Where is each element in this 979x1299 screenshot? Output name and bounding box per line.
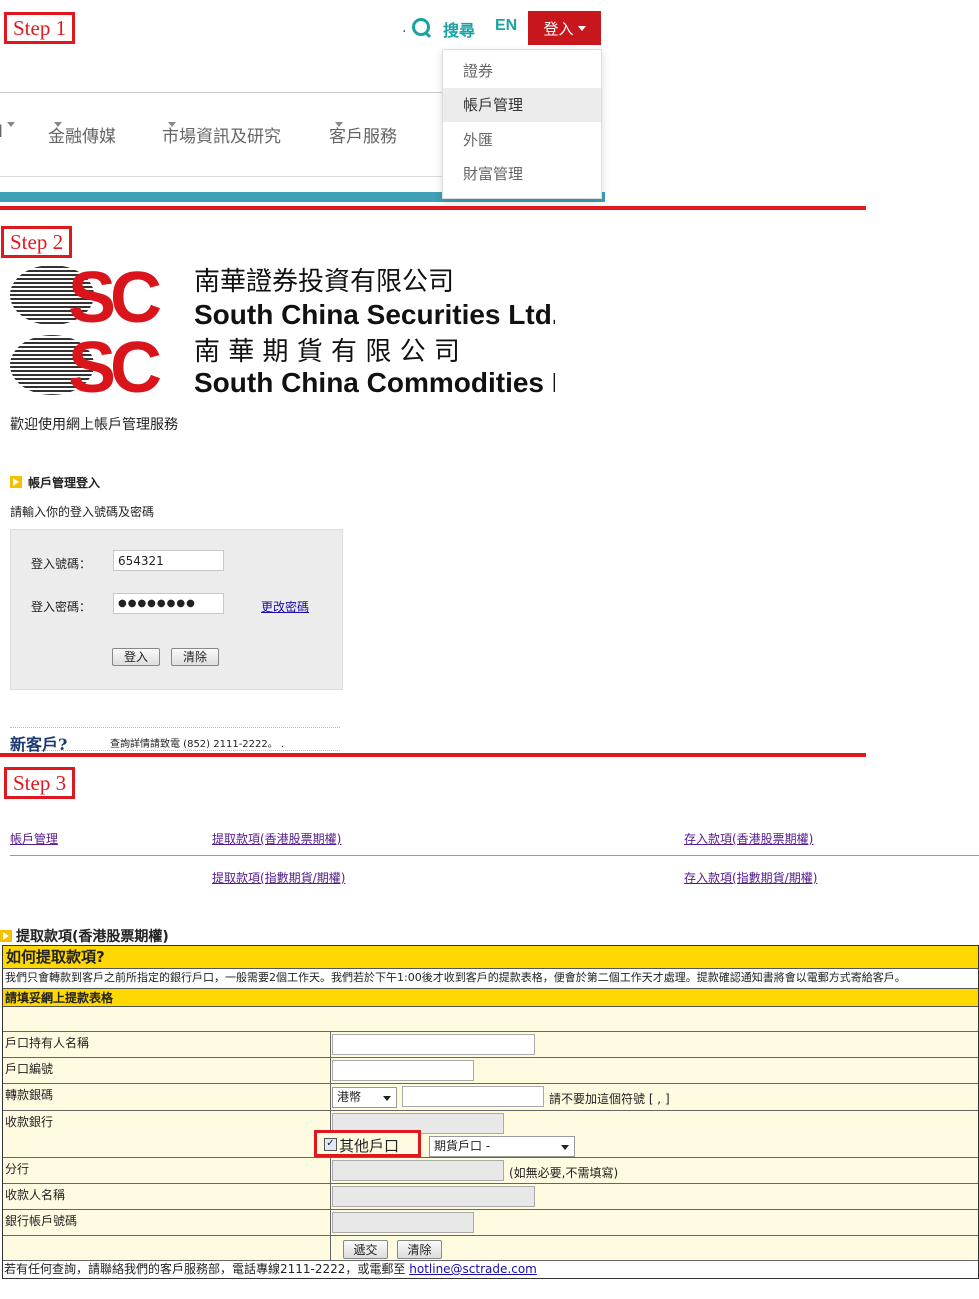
login-id-input[interactable]: 654321 bbox=[113, 550, 224, 571]
step-divider bbox=[0, 753, 866, 757]
new-client-title: 新客戶? bbox=[10, 735, 68, 754]
holder-label: 戶口持有人名稱 bbox=[3, 1032, 331, 1057]
caret-down-icon bbox=[7, 122, 16, 127]
amount-input[interactable] bbox=[402, 1086, 544, 1107]
nav-item-label: 市場資訊及研究 bbox=[162, 127, 281, 147]
header-dot: . bbox=[402, 20, 407, 36]
form-row-account: 戶口編號 bbox=[3, 1057, 978, 1083]
site-header: . 搜尋 EN 登入 I 金融傳媒 市場資訊及研究 客戶服務 證券 帳戶管理 外… bbox=[0, 0, 605, 205]
form-row-bank: 收款銀行 期貨戶口 - bbox=[3, 1110, 978, 1157]
arrow-right-icon bbox=[10, 476, 22, 488]
step-3-label: Step 3 bbox=[4, 767, 76, 799]
form-row-amount: 轉款銀碼 港幣 請不要加這個符號 [ , ] bbox=[3, 1083, 978, 1110]
menu-item-account-management[interactable]: 帳戶管理 bbox=[443, 88, 601, 122]
withdraw-form: 如何提取款項? 我們只會轉款到客戶之前所指定的銀行戶口，一般需要2個工作天。我們… bbox=[2, 945, 979, 1279]
step-2-label: Step 2 bbox=[1, 226, 73, 258]
how-to-withdraw-heading: 如何提取款項? bbox=[3, 946, 978, 969]
online-form-subtitle: 請填妥網上提款表格 bbox=[3, 988, 978, 1007]
logo-line-2: South China Securities Ltd. bbox=[194, 299, 555, 330]
withdraw-index-futures-link[interactable]: 提取款項(指數期貨/期權) bbox=[212, 869, 345, 886]
payee-name-input[interactable] bbox=[332, 1186, 535, 1207]
caret-down-icon bbox=[168, 122, 176, 127]
login-id-label: 登入號碼： bbox=[31, 557, 92, 571]
withdraw-hk-options-link[interactable]: 提取款項(香港股票期權) bbox=[212, 830, 341, 847]
login-button-label: 登入 bbox=[543, 19, 574, 38]
caret-down-icon bbox=[577, 25, 586, 31]
account-management-link[interactable]: 帳戶管理 bbox=[10, 830, 58, 847]
login-clear-button[interactable]: 清除 bbox=[171, 648, 219, 666]
caret-down-icon bbox=[54, 122, 62, 127]
withdraw-form-title-label: 提取款項(香港股票期權) bbox=[16, 929, 169, 945]
login-password-input[interactable]: ●●●●●●●● bbox=[113, 593, 224, 614]
account-number-input[interactable] bbox=[332, 1060, 474, 1081]
change-password-link[interactable]: 更改密碼 bbox=[261, 598, 309, 615]
arrow-right-icon bbox=[0, 930, 12, 942]
account-type-select[interactable]: 期貨戶口 - bbox=[429, 1136, 575, 1157]
logo-line-3: 南 華 期 貨 有 限 公 司 bbox=[194, 337, 460, 367]
buttons-cell bbox=[3, 1236, 331, 1261]
withdraw-description: 我們只會轉款到客戶之前所指定的銀行戶口，一般需要2個工作天。我們若於下午1:00… bbox=[3, 969, 978, 987]
new-client-banner: 新客戶? 查詢詳情請致電 (852) 2111-2222。 . bbox=[10, 727, 340, 754]
other-account-checkbox[interactable]: ✓ bbox=[324, 1138, 337, 1151]
search-icon[interactable] bbox=[412, 18, 430, 36]
bank-account-input[interactable] bbox=[332, 1212, 474, 1233]
login-dropdown-menu: 證券 帳戶管理 外匯 財富管理 bbox=[442, 49, 602, 199]
bank-account-label: 銀行帳戶號碼 bbox=[3, 1210, 331, 1235]
submit-button[interactable]: 遞交 bbox=[343, 1240, 388, 1259]
bank-label: 收款銀行 bbox=[3, 1111, 331, 1157]
login-form: 登入號碼： 654321 登入密碼： ●●●●●●●● 更改密碼 登入 清除 bbox=[10, 529, 343, 690]
logo-line-1: 南華證券投資有限公司 bbox=[194, 267, 454, 297]
branch-input[interactable] bbox=[332, 1160, 504, 1181]
account-label: 戶口編號 bbox=[3, 1058, 331, 1083]
form-row-holder: 戶口持有人名稱 bbox=[3, 1031, 978, 1057]
amount-label: 轉款銀碼 bbox=[3, 1084, 331, 1110]
clear-button[interactable]: 清除 bbox=[397, 1240, 442, 1259]
logo-line-4: South China Commodities Ltd. bbox=[194, 367, 555, 398]
welcome-text: 歡迎使用網上帳戶管理服務 bbox=[10, 417, 178, 433]
form-row-bank-account: 銀行帳戶號碼 bbox=[3, 1209, 978, 1235]
deposit-hk-options-link[interactable]: 存入款項(香港股票期權) bbox=[684, 830, 813, 847]
menu-item-wealth-management[interactable]: 財富管理 bbox=[443, 157, 601, 191]
language-en-link[interactable]: EN bbox=[495, 17, 517, 35]
login-title-label: 帳戶管理登入 bbox=[28, 476, 101, 490]
currency-select[interactable]: 港幣 bbox=[332, 1087, 397, 1108]
other-account-highlight: ✓ 其他戶口 bbox=[314, 1130, 421, 1157]
menu-item-forex[interactable]: 外匯 bbox=[443, 123, 601, 157]
step-divider bbox=[0, 206, 866, 210]
form-row-payee: 收款人名稱 bbox=[3, 1183, 978, 1209]
form-footer: 若有任何查詢，請聯絡我們的客戶服務部，電話專線2111-2222，或電郵至 ho… bbox=[3, 1260, 978, 1278]
svg-text:SC: SC bbox=[68, 328, 161, 398]
caret-down-icon bbox=[335, 122, 343, 127]
login-section-title: 帳戶管理登入 bbox=[10, 474, 100, 491]
login-dropdown-button[interactable]: 登入 bbox=[528, 11, 601, 45]
deposit-index-futures-link[interactable]: 存入款項(指數期貨/期權) bbox=[684, 869, 817, 886]
company-logo: SC SC 南華證券投資有限公司 South China Securities … bbox=[10, 262, 555, 398]
navbar-top-divider bbox=[0, 92, 442, 93]
holder-name-input[interactable] bbox=[332, 1034, 535, 1055]
login-submit-button[interactable]: 登入 bbox=[112, 648, 160, 666]
svg-text:SC: SC bbox=[68, 262, 161, 338]
navbar-bottom-divider bbox=[0, 176, 442, 177]
amount-note: 請不要加這個符號 [ , ] bbox=[549, 1092, 670, 1106]
other-account-label: 其他戶口 bbox=[339, 1137, 400, 1155]
links-divider bbox=[10, 855, 979, 856]
withdraw-form-title: 提取款項(香港股票期權) bbox=[0, 926, 169, 946]
login-instruction: 請輸入你的登入號碼及密碼 bbox=[10, 505, 155, 519]
login-password-label: 登入密碼： bbox=[31, 600, 92, 614]
hotline-email-link[interactable]: hotline@sctrade.com bbox=[409, 1262, 537, 1276]
payee-label: 收款人名稱 bbox=[3, 1184, 331, 1209]
branch-note: (如無必要,不需填寫) bbox=[509, 1166, 619, 1180]
form-row-branch: 分行 (如無必要,不需填寫) bbox=[3, 1157, 978, 1183]
nav-item-partial[interactable]: I bbox=[0, 122, 16, 142]
new-client-info: 查詢詳情請致電 (852) 2111-2222。 . bbox=[110, 739, 285, 750]
footer-text: 若有任何查詢，請聯絡我們的客戶服務部，電話專線2111-2222，或電郵至 bbox=[4, 1262, 406, 1276]
form-row-buttons: 遞交 清除 bbox=[3, 1235, 978, 1261]
menu-item-securities[interactable]: 證券 bbox=[443, 54, 601, 88]
search-link[interactable]: 搜尋 bbox=[443, 17, 475, 41]
branch-label: 分行 bbox=[3, 1158, 331, 1183]
